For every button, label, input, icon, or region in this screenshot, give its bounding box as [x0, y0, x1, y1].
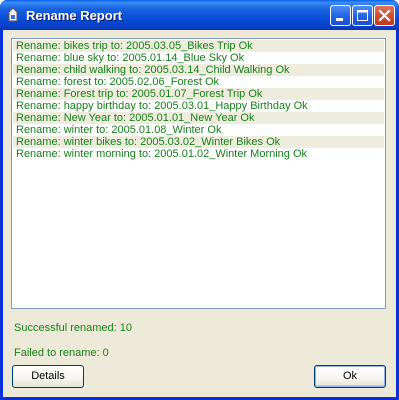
success-count: Successful renamed: 10 [14, 322, 133, 334]
minimize-icon [336, 18, 343, 21]
report-line: Rename: forest to: 2005.02.06_Forest Ok [16, 76, 220, 88]
title-bar[interactable]: Rename Report [0, 0, 399, 30]
rename-report-window: Rename Report Rename: bikes trip to: 200… [0, 0, 399, 400]
window-title: Rename Report [26, 8, 123, 23]
report-line: Rename: winter to: 2005.01.08_Winter Ok [16, 124, 222, 136]
details-button[interactable]: Details [12, 365, 84, 388]
report-line: Rename: blue sky to: 2005.01.14_Blue Sky… [16, 52, 245, 64]
maximize-button[interactable] [352, 5, 373, 26]
report-line: Rename: bikes trip to: 2005.03.05_Bikes … [13, 40, 384, 52]
failed-count: Failed to rename: 0 [14, 347, 109, 359]
app-icon [8, 7, 18, 22]
minimize-button[interactable] [330, 5, 351, 26]
ok-button[interactable]: Ok [314, 365, 386, 388]
report-line: Rename: winter bikes to: 2005.03.02_Wint… [13, 136, 384, 148]
report-line: Rename: happy birthday to: 2005.03.01_Ha… [16, 100, 308, 112]
close-button[interactable] [374, 5, 395, 26]
close-icon [378, 9, 391, 22]
report-line: Rename: winter morning to: 2005.01.02_Wi… [16, 148, 308, 160]
dialog-body: Rename: bikes trip to: 2005.03.05_Bikes … [3, 30, 396, 397]
report-line: Rename: New Year to: 2005.01.01_New Year… [13, 112, 384, 124]
report-list[interactable]: Rename: bikes trip to: 2005.03.05_Bikes … [11, 38, 386, 309]
report-line: Rename: Forest trip to: 2005.01.07_Fores… [13, 88, 384, 100]
maximize-icon [357, 10, 368, 21]
report-line: Rename: child walking to: 2005.03.14_Chi… [13, 64, 384, 76]
